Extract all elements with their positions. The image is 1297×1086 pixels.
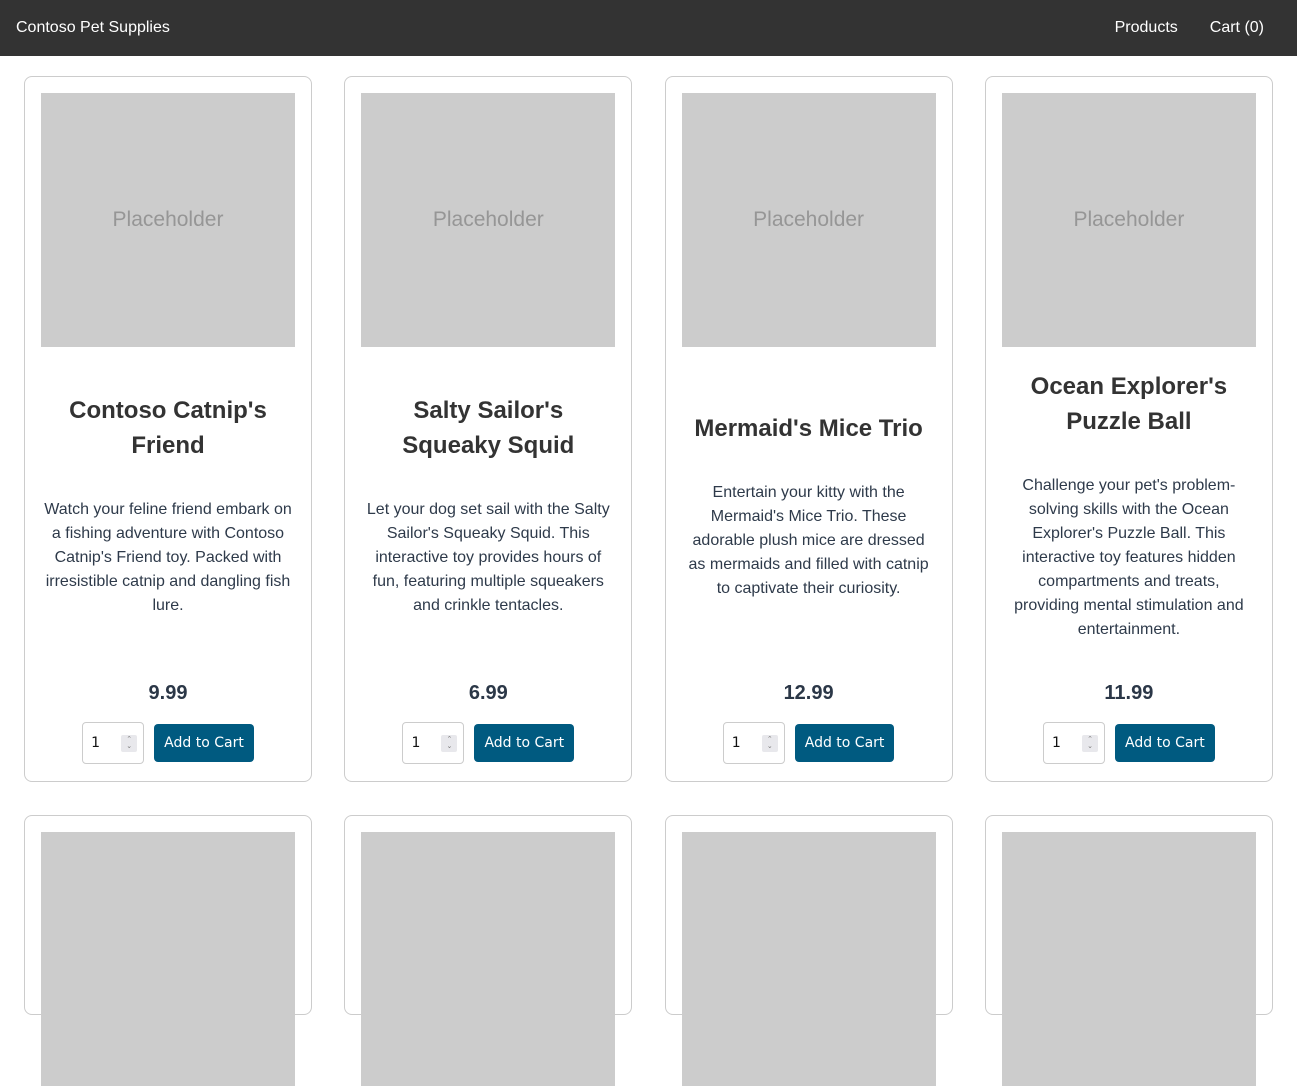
buy-row: 1 ⌃ ⌄ Add to Cart bbox=[1043, 722, 1215, 764]
nav-cart-link[interactable]: Cart (0) bbox=[1210, 19, 1264, 37]
product-card bbox=[984, 815, 1273, 1086]
buy-row: 1 ⌃ ⌄ Add to Cart bbox=[82, 722, 254, 764]
nav-links: Products Cart (0) bbox=[1115, 19, 1264, 37]
product-title: Ocean Explorer's Puzzle Ball bbox=[1030, 373, 1228, 435]
add-to-cart-button[interactable]: Add to Cart bbox=[154, 724, 254, 762]
navbar: Contoso Pet Supplies Products Cart (0) bbox=[0, 0, 1297, 56]
buy-row: 1 ⌃ ⌄ Add to Cart bbox=[402, 722, 575, 764]
product-price: 11.99 bbox=[1104, 682, 1154, 704]
product-description: Entertain your kitty with the Mermaid's … bbox=[688, 483, 929, 597]
add-to-cart-button[interactable]: Add to Cart bbox=[794, 724, 895, 762]
product-card bbox=[344, 815, 633, 1086]
nav-products-link[interactable]: Products bbox=[1115, 19, 1178, 37]
product-card bbox=[664, 815, 953, 1086]
product-title: Contoso Catnip's Friend bbox=[69, 397, 267, 459]
product-price: 6.99 bbox=[468, 682, 508, 704]
product-image-placeholder: Placeholder bbox=[41, 93, 295, 347]
product-card bbox=[24, 815, 312, 1086]
product-image-placeholder bbox=[1001, 832, 1256, 1086]
product-title: Salty Sailor's Squeaky Squid bbox=[402, 397, 575, 459]
product-card: Placeholder Contoso Catnip's Friend Watc… bbox=[24, 76, 312, 782]
brand-link[interactable]: Contoso Pet Supplies bbox=[16, 19, 170, 37]
product-title: Mermaid's Mice Trio bbox=[694, 414, 923, 442]
add-to-cart-button[interactable]: Add to Cart bbox=[1115, 724, 1215, 762]
product-price: 9.99 bbox=[148, 682, 188, 704]
quantity-value[interactable]: 1 bbox=[411, 735, 420, 751]
product-image-placeholder: Placeholder bbox=[681, 93, 936, 347]
product-card: Placeholder Ocean Explorer's Puzzle Ball… bbox=[984, 76, 1273, 782]
quantity-value[interactable]: 1 bbox=[1052, 735, 1061, 751]
quantity-stepper[interactable]: 1 ⌃ ⌄ bbox=[82, 722, 145, 764]
spinner-icon[interactable]: ⌃ ⌄ bbox=[441, 734, 458, 752]
product-body: Ocean Explorer's Puzzle Ball Challenge y… bbox=[1002, 347, 1256, 682]
quantity-stepper[interactable]: 1 ⌃ ⌄ bbox=[1043, 722, 1106, 764]
placeholder-label: Placeholder bbox=[432, 208, 544, 231]
spinner-icon[interactable]: ⌃ ⌄ bbox=[761, 734, 778, 752]
product-image-placeholder: Placeholder bbox=[1001, 93, 1256, 347]
placeholder-label: Placeholder bbox=[1073, 208, 1185, 231]
add-to-cart-button[interactable]: Add to Cart bbox=[474, 724, 575, 762]
product-image-placeholder bbox=[681, 832, 936, 1086]
quantity-value[interactable]: 1 bbox=[91, 735, 100, 751]
product-description: Let your dog set sail with the Salty Sai… bbox=[366, 501, 610, 614]
product-price: 12.99 bbox=[783, 682, 834, 704]
product-description: Watch your feline friend embark on a fis… bbox=[44, 501, 292, 614]
product-image-placeholder bbox=[41, 832, 295, 1086]
spinner-icon[interactable]: ⌃ ⌄ bbox=[121, 734, 138, 752]
product-body: Contoso Catnip's Friend Watch your felin… bbox=[41, 347, 295, 682]
product-body: Mermaid's Mice Trio Entertain your kitty… bbox=[682, 347, 936, 682]
product-body: Salty Sailor's Squeaky Squid Let your do… bbox=[361, 347, 615, 682]
product-description: Challenge your pet's problem-solving ski… bbox=[1014, 477, 1244, 638]
product-image-placeholder: Placeholder bbox=[361, 93, 616, 347]
quantity-value[interactable]: 1 bbox=[732, 735, 741, 751]
quantity-stepper[interactable]: 1 ⌃ ⌄ bbox=[402, 722, 465, 764]
placeholder-label: Placeholder bbox=[112, 208, 224, 231]
product-image-placeholder bbox=[361, 832, 616, 1086]
buy-row: 1 ⌃ ⌄ Add to Cart bbox=[722, 722, 895, 764]
quantity-stepper[interactable]: 1 ⌃ ⌄ bbox=[722, 722, 785, 764]
placeholder-label: Placeholder bbox=[753, 208, 865, 231]
product-card: Placeholder Mermaid's Mice Trio Entertai… bbox=[664, 76, 953, 782]
product-card: Placeholder Salty Sailor's Squeaky Squid… bbox=[344, 76, 633, 782]
spinner-icon[interactable]: ⌃ ⌄ bbox=[1082, 734, 1099, 752]
product-grid: Placeholder Contoso Catnip's Friend Watc… bbox=[0, 56, 1297, 1086]
